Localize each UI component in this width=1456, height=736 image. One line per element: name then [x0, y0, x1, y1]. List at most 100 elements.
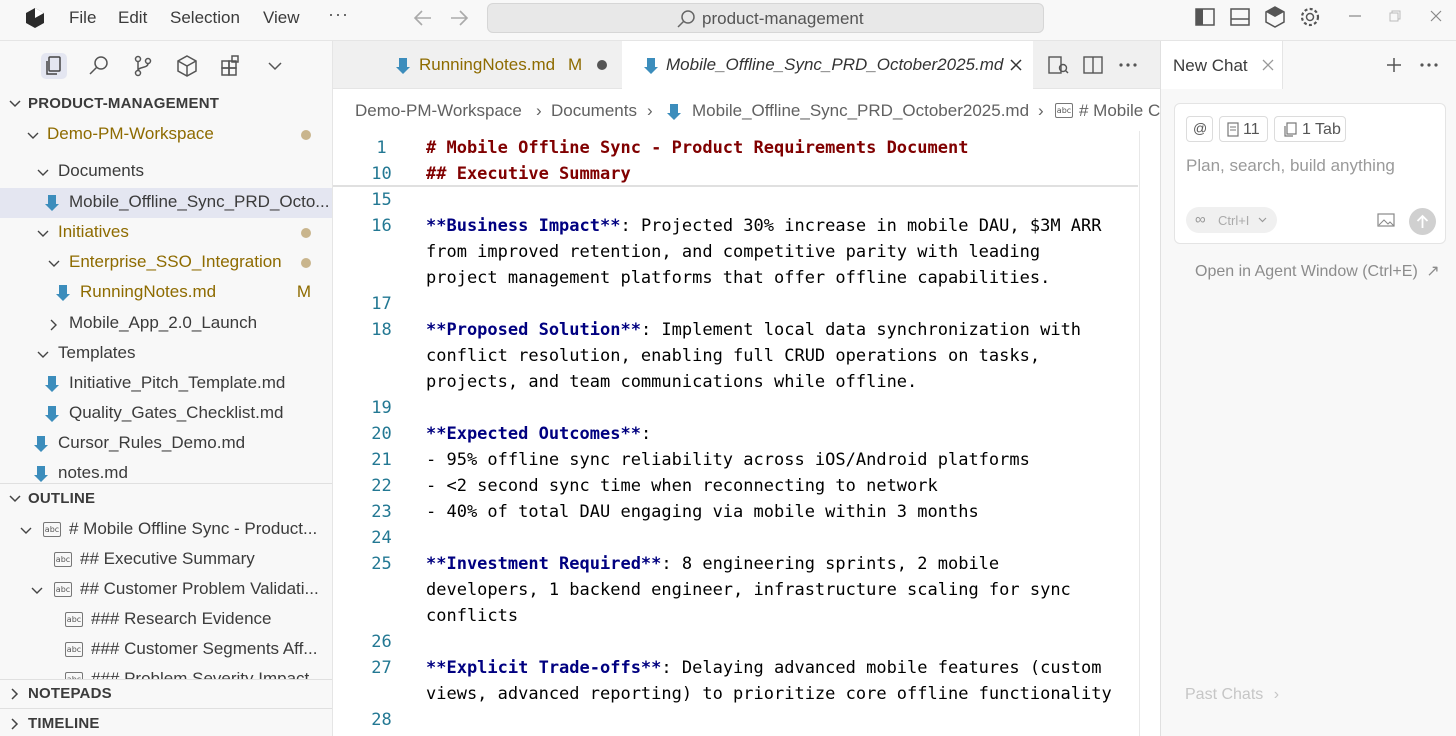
- more-actions-icon[interactable]: [1117, 54, 1139, 76]
- code-line[interactable]: 17: [333, 291, 1160, 317]
- code-text: # Mobile Offline Sync - Product Requirem…: [426, 138, 968, 158]
- tree-label: Mobile_App_2.0_Launch: [69, 313, 258, 332]
- chat-input-placeholder[interactable]: Plan, search, build anything: [1186, 156, 1395, 176]
- code-line[interactable]: 26: [333, 629, 1160, 655]
- open-agent-window-link[interactable]: Open in Agent Window (Ctrl+E) ↗: [1195, 261, 1440, 281]
- breadcrumb-separator: ›: [1038, 101, 1044, 120]
- breadcrumb-item[interactable]: Demo-PM-Workspace: [355, 101, 522, 121]
- code-line[interactable]: 15: [333, 187, 1160, 213]
- context-count-pill[interactable]: 11: [1219, 116, 1268, 142]
- menu-selection[interactable]: Selection: [170, 8, 240, 28]
- tree-folder-templates[interactable]: Templates: [0, 339, 332, 369]
- breadcrumb-item[interactable]: Mobile_Offline_Sync_PRD_October2025.md: [692, 101, 1029, 121]
- explorer-header[interactable]: PRODUCT-MANAGEMENT: [0, 91, 332, 117]
- chevron-down-icon[interactable]: [262, 53, 288, 79]
- settings-gear-icon[interactable]: [1298, 5, 1322, 29]
- past-chats-link[interactable]: Past Chats ›: [1185, 686, 1279, 704]
- tree-file-pitch-template[interactable]: Initiative_Pitch_Template.md: [0, 369, 332, 399]
- agent-cube-icon[interactable]: [1263, 5, 1287, 29]
- tree-folder-demo-pm-workspace[interactable]: Demo-PM-Workspace: [0, 120, 332, 150]
- more-menu-button[interactable]: ···: [328, 4, 349, 25]
- close-chat-icon[interactable]: [1262, 59, 1274, 71]
- breadcrumb-item[interactable]: # Mobile C: [1079, 101, 1160, 121]
- tree-folder-enterprise-sso[interactable]: Enterprise_SSO_Integration: [0, 248, 332, 278]
- chat-tab-new[interactable]: New Chat: [1161, 41, 1283, 89]
- mode-selector[interactable]: ∞ Ctrl+I: [1186, 207, 1277, 233]
- code-text: project management platforms that offer …: [426, 268, 1050, 288]
- extensions-icon[interactable]: [218, 53, 244, 79]
- code-line[interactable]: from improved retention, and competitive…: [333, 239, 1160, 265]
- code-line[interactable]: conflict resolution, enabling full CRUD …: [333, 343, 1160, 369]
- code-line[interactable]: projects, and team communications while …: [333, 369, 1160, 395]
- code-line[interactable]: 10 ## Executive Summary: [333, 161, 1160, 187]
- code-line[interactable]: 28: [333, 707, 1160, 733]
- outline-item-research-evidence[interactable]: abc ### Research Evidence: [0, 605, 332, 635]
- image-icon[interactable]: [1377, 212, 1395, 228]
- menu-edit[interactable]: Edit: [118, 8, 147, 28]
- chat-input-box[interactable]: @ 11 1 Tab Plan, search, build anything …: [1174, 103, 1446, 244]
- tab-prd[interactable]: Mobile_Offline_Sync_PRD_October2025.md: [622, 41, 1033, 89]
- open-preview-icon[interactable]: [1047, 54, 1069, 76]
- tab-context-pill[interactable]: 1 Tab: [1274, 116, 1346, 142]
- close-tab-icon[interactable]: [1009, 58, 1023, 72]
- code-line[interactable]: 27 **Explicit Trade-offs**: Delaying adva…: [333, 655, 1160, 681]
- string-symbol-icon: abc: [1055, 103, 1073, 118]
- menu-file[interactable]: File: [69, 8, 96, 28]
- toggle-panel-icon[interactable]: [1228, 5, 1252, 29]
- source-control-icon[interactable]: [130, 53, 156, 79]
- code-token: developers, 1 backend engineer, infrastr…: [426, 580, 1071, 600]
- forward-arrow-icon[interactable]: [448, 8, 470, 28]
- outline-item-customer-problem[interactable]: abc ## Customer Problem Validati...: [0, 575, 332, 605]
- tree-folder-documents[interactable]: Documents: [0, 157, 332, 187]
- code-line[interactable]: developers, 1 backend engineer, infrastr…: [333, 577, 1160, 603]
- mention-button[interactable]: @: [1186, 116, 1213, 142]
- toggle-sidebar-icon[interactable]: [1193, 5, 1217, 29]
- code-line[interactable]: 1 # Mobile Offline Sync - Product Require…: [333, 135, 1160, 161]
- files-icon: [46, 56, 61, 75]
- command-center-search[interactable]: product-management: [487, 3, 1044, 33]
- notepads-header[interactable]: NOTEPADS: [0, 681, 332, 707]
- split-editor-icon[interactable]: [1082, 54, 1104, 76]
- tree-folder-mobile-app[interactable]: Mobile_App_2.0_Launch: [0, 309, 332, 339]
- tree-file-runningnotes[interactable]: RunningNotes.md M: [0, 278, 332, 308]
- outline-item-customer-segments[interactable]: abc ### Customer Segments Aff...: [0, 635, 332, 665]
- close-window-icon[interactable]: [1430, 10, 1442, 22]
- tree-file-notes[interactable]: notes.md: [0, 459, 332, 483]
- tree-file-cursor-rules[interactable]: Cursor_Rules_Demo.md: [0, 429, 332, 459]
- code-line[interactable]: 21 - 95% offline sync reliability across …: [333, 447, 1160, 473]
- line-number: 21: [371, 450, 392, 470]
- explorer-button[interactable]: [41, 53, 67, 79]
- code-line[interactable]: project management platforms that offer …: [333, 265, 1160, 291]
- code-line[interactable]: 20 **Expected Outcomes**:: [333, 421, 1160, 447]
- tab-runningnotes[interactable]: RunningNotes.md M: [378, 41, 622, 89]
- breadcrumb-item[interactable]: Documents: [551, 101, 637, 121]
- timeline-header[interactable]: TIMELINE: [0, 711, 332, 736]
- cube-icon[interactable]: [174, 53, 200, 79]
- back-arrow-icon[interactable]: [412, 8, 434, 28]
- minimize-icon[interactable]: [1348, 14, 1362, 18]
- code-line[interactable]: 19: [333, 395, 1160, 421]
- tree-folder-initiatives[interactable]: Initiatives: [0, 218, 332, 248]
- code-line[interactable]: views, advanced reporting) to prioritize…: [333, 681, 1160, 707]
- new-chat-plus-icon[interactable]: [1384, 55, 1404, 75]
- unsaved-dot[interactable]: [597, 60, 607, 70]
- tree-file-quality-gates[interactable]: Quality_Gates_Checklist.md: [0, 399, 332, 429]
- code-line[interactable]: 24: [333, 525, 1160, 551]
- more-actions-icon[interactable]: [1419, 55, 1439, 75]
- outline-item-problem-severity[interactable]: abc ### Problem Severity Impact: [0, 665, 332, 679]
- code-line[interactable]: 16 **Business Impact**: Projected 30% inc…: [333, 213, 1160, 239]
- code-line[interactable]: 25 **Investment Required**: 8 engineering…: [333, 551, 1160, 577]
- code-line[interactable]: 22 - <2 second sync time when reconnectin…: [333, 473, 1160, 499]
- code-line[interactable]: 23 - 40% of total DAU engaging via mobile…: [333, 499, 1160, 525]
- code-line[interactable]: conflicts: [333, 603, 1160, 629]
- search-sidebar-icon[interactable]: [86, 53, 112, 79]
- outline-item-executive-summary[interactable]: abc ## Executive Summary: [0, 545, 332, 575]
- code-line[interactable]: 18 **Proposed Solution**: Implement local…: [333, 317, 1160, 343]
- outline-item-h1[interactable]: abc # Mobile Offline Sync - Product...: [0, 515, 332, 545]
- tree-file-prd[interactable]: Mobile_Offline_Sync_PRD_Octo...: [0, 188, 332, 218]
- send-button[interactable]: [1409, 208, 1436, 235]
- outline-header[interactable]: OUTLINE: [0, 486, 332, 512]
- tree-label: Quality_Gates_Checklist.md: [69, 403, 284, 422]
- restore-icon[interactable]: [1389, 10, 1401, 22]
- menu-view[interactable]: View: [263, 8, 300, 28]
